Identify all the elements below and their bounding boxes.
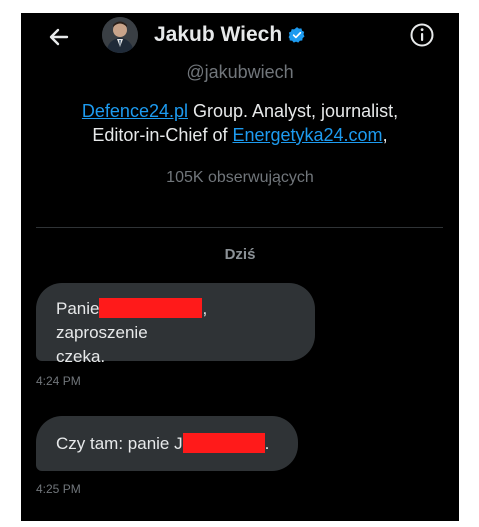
divider — [36, 227, 443, 228]
followers-count[interactable]: 105K obserwujących — [21, 168, 459, 188]
bio-text-2: Editor-in-Chief of — [92, 125, 233, 145]
bio-link-defence24[interactable]: Defence24.pl — [82, 101, 188, 121]
message-text: czeka. — [56, 347, 106, 366]
redaction-box — [99, 298, 203, 318]
bio-link-energetyka24[interactable]: Energetyka24.com — [232, 125, 382, 145]
dm-conversation-screen: Jakub Wiech @jakubwiech Defence24.pl Gro… — [21, 13, 459, 521]
bio-line-1: Defence24.pl Group. Analyst, journalist, — [21, 99, 459, 123]
message-bubble[interactable]: Czy tam: panie J. — [36, 416, 298, 471]
message-text: Panie — [56, 299, 100, 318]
verified-badge-icon — [288, 27, 305, 43]
message-text: Czy tam: panie J — [56, 434, 183, 453]
redaction-box — [182, 433, 265, 453]
message-text: . — [264, 434, 270, 453]
display-name: Jakub Wiech — [154, 23, 283, 46]
profile-handle[interactable]: @jakubwiech — [21, 61, 459, 83]
back-button[interactable] — [45, 23, 73, 51]
message-bubble[interactable]: Panie, zaproszenie czeka. — [36, 283, 315, 366]
arrow-left-icon — [49, 28, 69, 46]
profile-bio: Defence24.pl Group. Analyst, journalist,… — [21, 99, 459, 147]
info-button[interactable] — [408, 21, 436, 49]
profile-photo — [102, 17, 138, 53]
bio-line-2: Editor-in-Chief of Energetyka24.com, — [21, 123, 459, 147]
info-circle-icon — [410, 23, 434, 47]
date-separator: Dziś — [224, 246, 256, 263]
header-title: Jakub Wiech — [154, 22, 306, 48]
message-timestamp: 4:24 PM — [36, 374, 81, 388]
bio-text-3: , — [382, 125, 388, 145]
avatar[interactable] — [102, 17, 138, 53]
bio-text-1: Group. Analyst, journalist, — [187, 101, 399, 121]
message-timestamp: 4:25 PM — [36, 482, 81, 496]
